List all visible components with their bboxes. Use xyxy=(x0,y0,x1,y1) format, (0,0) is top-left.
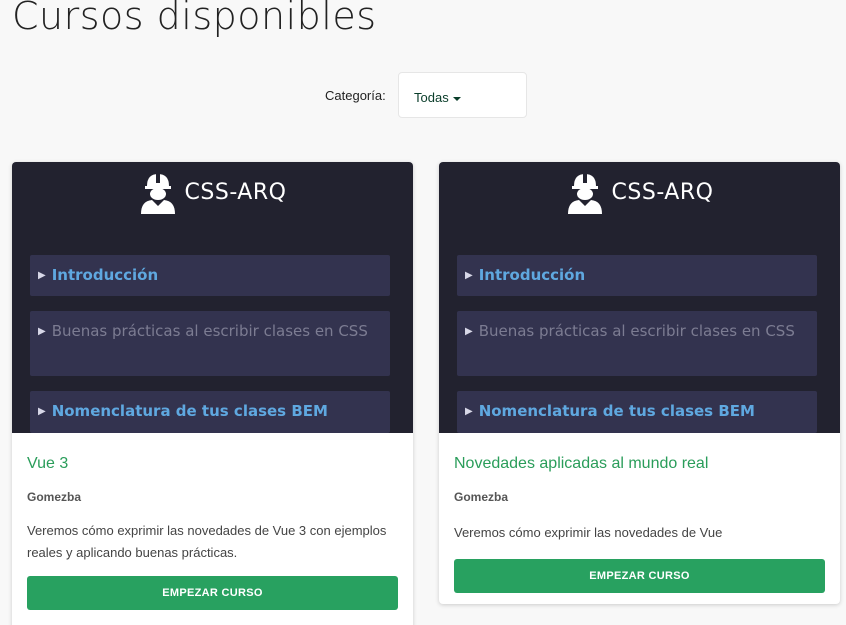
start-course-button[interactable]: EMPEZAR CURSO xyxy=(454,559,825,593)
lesson-item: ▶ Nomenclatura de tus clases BEM xyxy=(457,391,817,433)
triangle-right-icon: ▶ xyxy=(38,406,46,417)
course-card: CSS-ARQ ▶ Introducción ▶ Buenas prácticas … xyxy=(439,162,840,604)
course-body: Novedades aplicadas al mundo real Gomezb… xyxy=(439,433,840,593)
brand-logo: CSS-ARQ xyxy=(439,170,840,214)
category-selected: Todas xyxy=(414,90,449,105)
triangle-right-icon: ▶ xyxy=(465,326,473,337)
brand-name: CSS-ARQ xyxy=(611,179,714,205)
course-body: Vue 3 Gomezba Veremos cómo exprimir las … xyxy=(12,433,413,610)
course-title[interactable]: Vue 3 xyxy=(27,455,398,473)
lesson-item: ▶ Introducción xyxy=(457,255,817,296)
triangle-right-icon: ▶ xyxy=(38,326,46,337)
lesson-item: ▶ Buenas prácticas al escribir clases en … xyxy=(30,311,390,376)
category-dropdown[interactable]: Todas xyxy=(398,72,527,118)
category-label: Categoría: xyxy=(325,88,386,103)
lesson-item: ▶ Introducción xyxy=(30,255,390,296)
lesson-item: ▶ Buenas prácticas al escribir clases en … xyxy=(457,311,817,376)
brand-logo: CSS-ARQ xyxy=(12,170,413,214)
worker-helmet-icon xyxy=(567,174,602,214)
course-card: CSS-ARQ ▶ Introducción ▶ Buenas prácticas … xyxy=(12,162,413,625)
course-description: Veremos cómo exprimir las novedades de V… xyxy=(454,525,723,540)
course-thumbnail[interactable]: CSS-ARQ ▶ Introducción ▶ Buenas prácticas … xyxy=(439,162,840,433)
triangle-right-icon: ▶ xyxy=(465,406,473,417)
lesson-item: ▶ Nomenclatura de tus clases BEM xyxy=(30,391,390,433)
category-filter: Categoría: Todas xyxy=(0,72,846,118)
page-title: Cursos disponibles xyxy=(12,0,377,38)
worker-helmet-icon xyxy=(140,174,175,214)
course-author: Gomezba xyxy=(27,490,82,504)
caret-down-icon xyxy=(452,96,461,101)
course-title[interactable]: Novedades aplicadas al mundo real xyxy=(454,455,825,473)
start-course-button[interactable]: EMPEZAR CURSO xyxy=(27,576,398,610)
course-thumbnail[interactable]: CSS-ARQ ▶ Introducción ▶ Buenas prácticas … xyxy=(12,162,413,433)
course-description: Veremos cómo exprimir las novedades de V… xyxy=(27,523,387,560)
brand-name: CSS-ARQ xyxy=(184,179,287,205)
triangle-right-icon: ▶ xyxy=(38,270,46,281)
triangle-right-icon: ▶ xyxy=(465,270,473,281)
course-author: Gomezba xyxy=(454,490,509,504)
